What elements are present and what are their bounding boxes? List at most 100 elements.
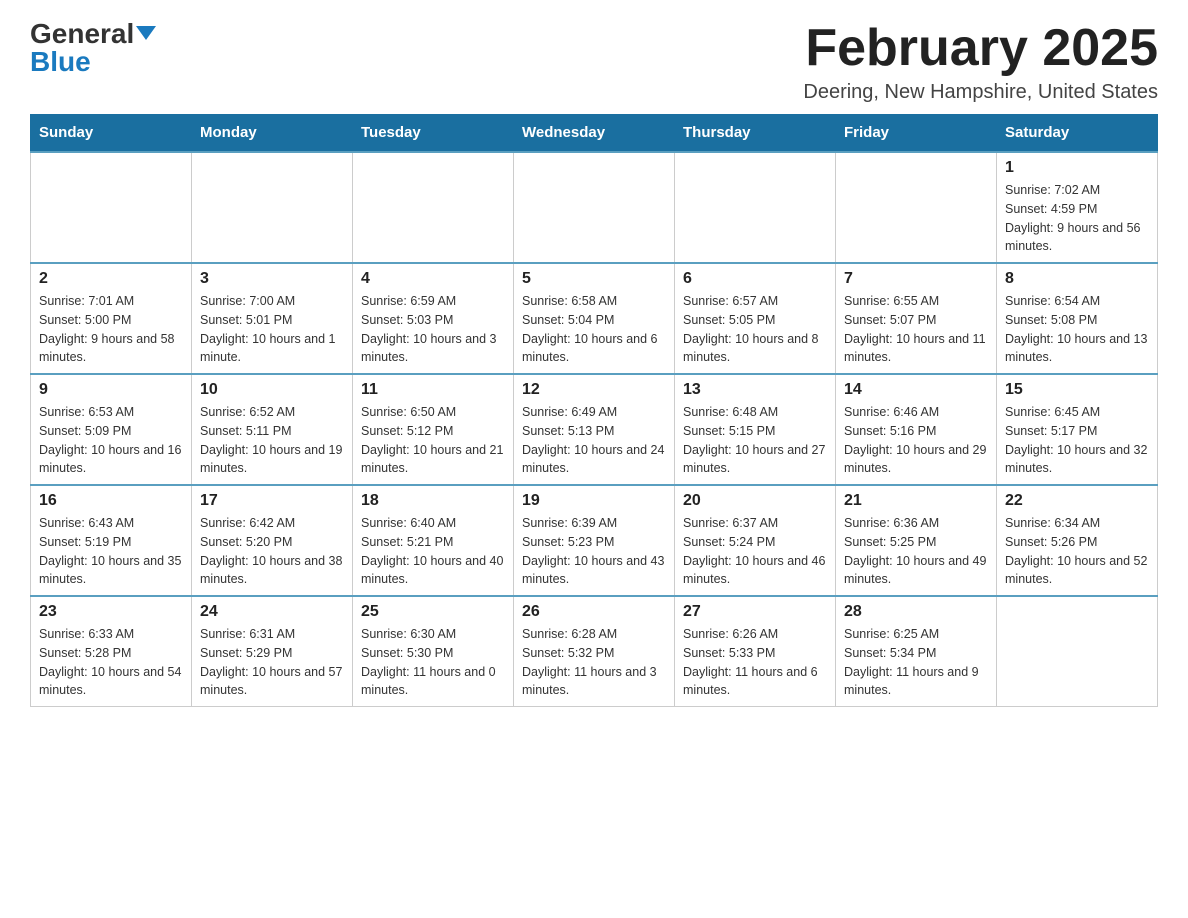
calendar-week-row: 2 Sunrise: 7:01 AMSunset: 5:00 PMDaylight… — [31, 263, 1158, 374]
day-sun-info: Sunrise: 7:00 AMSunset: 5:01 PMDaylight:… — [200, 292, 344, 367]
calendar-day-cell: 27Sunrise: 6:26 AMSunset: 5:33 PMDayligh… — [675, 596, 836, 707]
calendar-day-cell: 5Sunrise: 6:58 AMSunset: 5:04 PMDaylight… — [514, 263, 675, 374]
day-sun-info: Sunrise: 6:25 AMSunset: 5:34 PMDaylight:… — [844, 625, 988, 700]
logo: General Blue — [30, 20, 156, 76]
day-of-week-header: Friday — [836, 114, 997, 152]
day-number: 24 — [200, 603, 344, 621]
day-sun-info: Sunrise: 6:28 AMSunset: 5:32 PMDaylight:… — [522, 625, 666, 700]
day-number: 11 — [361, 381, 505, 399]
calendar-day-cell: 16 Sunrise: 6:43 AMSunset: 5:19 PMDayligh… — [31, 485, 192, 596]
logo-general-text: General — [30, 20, 156, 48]
month-year-title: February 2025 — [803, 20, 1158, 77]
calendar-day-cell: 21Sunrise: 6:36 AMSunset: 5:25 PMDayligh… — [836, 485, 997, 596]
day-sun-info: Sunrise: 6:39 AMSunset: 5:23 PMDaylight:… — [522, 514, 666, 589]
calendar-week-row: 9 Sunrise: 6:53 AMSunset: 5:09 PMDaylight… — [31, 374, 1158, 485]
calendar-day-cell — [31, 152, 192, 263]
day-sun-info: Sunrise: 6:31 AMSunset: 5:29 PMDaylight:… — [200, 625, 344, 700]
day-number: 8 — [1005, 270, 1149, 288]
calendar-day-cell: 20Sunrise: 6:37 AMSunset: 5:24 PMDayligh… — [675, 485, 836, 596]
calendar-day-cell: 18 Sunrise: 6:40 AMSunset: 5:21 PMDayligh… — [353, 485, 514, 596]
day-sun-info: Sunrise: 6:59 AMSunset: 5:03 PMDaylight:… — [361, 292, 505, 367]
calendar-week-row: 1 Sunrise: 7:02 AMSunset: 4:59 PMDaylight… — [31, 152, 1158, 263]
day-sun-info: Sunrise: 6:53 AMSunset: 5:09 PMDaylight:… — [39, 403, 183, 478]
calendar-day-cell — [675, 152, 836, 263]
calendar-day-cell: 24 Sunrise: 6:31 AMSunset: 5:29 PMDayligh… — [192, 596, 353, 707]
calendar-day-cell — [192, 152, 353, 263]
logo-blue-text: Blue — [30, 48, 91, 76]
logo-arrow-icon — [136, 26, 156, 40]
calendar-day-cell: 15 Sunrise: 6:45 AMSunset: 5:17 PMDayligh… — [997, 374, 1158, 485]
day-of-week-header: Thursday — [675, 114, 836, 152]
calendar-day-cell: 7Sunrise: 6:55 AMSunset: 5:07 PMDaylight… — [836, 263, 997, 374]
day-of-week-header: Sunday — [31, 114, 192, 152]
day-number: 5 — [522, 270, 666, 288]
calendar-day-cell: 8 Sunrise: 6:54 AMSunset: 5:08 PMDaylight… — [997, 263, 1158, 374]
calendar-day-cell: 6 Sunrise: 6:57 AMSunset: 5:05 PMDaylight… — [675, 263, 836, 374]
day-sun-info: Sunrise: 6:33 AMSunset: 5:28 PMDaylight:… — [39, 625, 183, 700]
day-number: 25 — [361, 603, 505, 621]
day-sun-info: Sunrise: 6:48 AMSunset: 5:15 PMDaylight:… — [683, 403, 827, 478]
day-of-week-header: Monday — [192, 114, 353, 152]
calendar-day-cell: 22Sunrise: 6:34 AMSunset: 5:26 PMDayligh… — [997, 485, 1158, 596]
day-sun-info: Sunrise: 6:40 AMSunset: 5:21 PMDaylight:… — [361, 514, 505, 589]
day-number: 15 — [1005, 381, 1149, 399]
calendar-day-cell: 28 Sunrise: 6:25 AMSunset: 5:34 PMDayligh… — [836, 596, 997, 707]
day-sun-info: Sunrise: 6:49 AMSunset: 5:13 PMDaylight:… — [522, 403, 666, 478]
calendar-day-cell: 1 Sunrise: 7:02 AMSunset: 4:59 PMDaylight… — [997, 152, 1158, 263]
calendar-day-cell — [836, 152, 997, 263]
day-number: 7 — [844, 270, 988, 288]
day-sun-info: Sunrise: 7:01 AMSunset: 5:00 PMDaylight:… — [39, 292, 183, 367]
calendar-day-cell: 19 Sunrise: 6:39 AMSunset: 5:23 PMDayligh… — [514, 485, 675, 596]
day-sun-info: Sunrise: 6:57 AMSunset: 5:05 PMDaylight:… — [683, 292, 827, 367]
page-header: General Blue February 2025 Deering, New … — [30, 20, 1158, 104]
day-number: 10 — [200, 381, 344, 399]
day-sun-info: Sunrise: 6:54 AMSunset: 5:08 PMDaylight:… — [1005, 292, 1149, 367]
day-number: 16 — [39, 492, 183, 510]
calendar-day-cell: 17 Sunrise: 6:42 AMSunset: 5:20 PMDayligh… — [192, 485, 353, 596]
calendar-day-cell: 10 Sunrise: 6:52 AMSunset: 5:11 PMDayligh… — [192, 374, 353, 485]
day-sun-info: Sunrise: 6:43 AMSunset: 5:19 PMDaylight:… — [39, 514, 183, 589]
day-number: 4 — [361, 270, 505, 288]
calendar-header-row: SundayMondayTuesdayWednesdayThursdayFrid… — [31, 114, 1158, 152]
day-sun-info: Sunrise: 6:30 AMSunset: 5:30 PMDaylight:… — [361, 625, 505, 700]
day-number: 18 — [361, 492, 505, 510]
day-number: 26 — [522, 603, 666, 621]
day-number: 23 — [39, 603, 183, 621]
day-number: 27 — [683, 603, 827, 621]
day-number: 6 — [683, 270, 827, 288]
day-sun-info: Sunrise: 6:42 AMSunset: 5:20 PMDaylight:… — [200, 514, 344, 589]
day-sun-info: Sunrise: 6:50 AMSunset: 5:12 PMDaylight:… — [361, 403, 505, 478]
calendar-week-row: 16 Sunrise: 6:43 AMSunset: 5:19 PMDayligh… — [31, 485, 1158, 596]
calendar-table: SundayMondayTuesdayWednesdayThursdayFrid… — [30, 114, 1158, 707]
calendar-day-cell: 2 Sunrise: 7:01 AMSunset: 5:00 PMDaylight… — [31, 263, 192, 374]
calendar-day-cell: 26 Sunrise: 6:28 AMSunset: 5:32 PMDayligh… — [514, 596, 675, 707]
calendar-day-cell: 11 Sunrise: 6:50 AMSunset: 5:12 PMDayligh… — [353, 374, 514, 485]
location-subtitle: Deering, New Hampshire, United States — [803, 81, 1158, 104]
day-sun-info: Sunrise: 6:46 AMSunset: 5:16 PMDaylight:… — [844, 403, 988, 478]
day-number: 13 — [683, 381, 827, 399]
title-block: February 2025 Deering, New Hampshire, Un… — [803, 20, 1158, 104]
day-sun-info: Sunrise: 7:02 AMSunset: 4:59 PMDaylight:… — [1005, 181, 1149, 256]
day-sun-info: Sunrise: 6:45 AMSunset: 5:17 PMDaylight:… — [1005, 403, 1149, 478]
calendar-day-cell — [353, 152, 514, 263]
day-number: 12 — [522, 381, 666, 399]
day-number: 14 — [844, 381, 988, 399]
day-number: 17 — [200, 492, 344, 510]
calendar-day-cell — [514, 152, 675, 263]
calendar-day-cell: 23 Sunrise: 6:33 AMSunset: 5:28 PMDayligh… — [31, 596, 192, 707]
day-number: 2 — [39, 270, 183, 288]
day-number: 3 — [200, 270, 344, 288]
day-number: 21 — [844, 492, 988, 510]
calendar-day-cell: 13 Sunrise: 6:48 AMSunset: 5:15 PMDayligh… — [675, 374, 836, 485]
calendar-day-cell: 12 Sunrise: 6:49 AMSunset: 5:13 PMDayligh… — [514, 374, 675, 485]
day-of-week-header: Saturday — [997, 114, 1158, 152]
day-of-week-header: Tuesday — [353, 114, 514, 152]
day-sun-info: Sunrise: 6:52 AMSunset: 5:11 PMDaylight:… — [200, 403, 344, 478]
day-sun-info: Sunrise: 6:37 AMSunset: 5:24 PMDaylight:… — [683, 514, 827, 589]
day-number: 28 — [844, 603, 988, 621]
day-number: 19 — [522, 492, 666, 510]
calendar-day-cell: 14 Sunrise: 6:46 AMSunset: 5:16 PMDayligh… — [836, 374, 997, 485]
calendar-day-cell — [997, 596, 1158, 707]
day-number: 9 — [39, 381, 183, 399]
day-number: 1 — [1005, 159, 1149, 177]
